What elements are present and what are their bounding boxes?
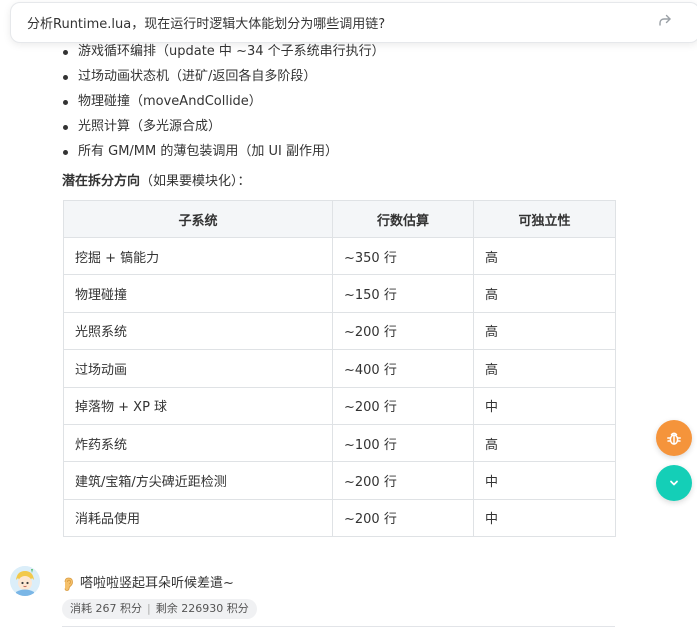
bullet-list: 游戏循环编排（update 中 ~34 个子系统串行执行） 过场动画状态机（进矿… — [62, 42, 622, 167]
list-item: 物理碰撞（moveAndCollide） — [62, 92, 622, 117]
reply-text: 嗒啦啦竖起耳朵听候差遣~ — [80, 576, 234, 591]
table-header-cell: 可独立性 — [473, 200, 616, 238]
table-cell: 挖掘 + 镐能力 — [63, 236, 333, 276]
table-cell: 建筑/宝箱/方尖碑近距检测 — [63, 461, 333, 500]
table-cell: ~200 行 — [332, 311, 474, 351]
list-item: 过场动画状态机（进矿/返回各自多阶段） — [62, 67, 622, 92]
table-header-cell: 行数估算 — [332, 200, 474, 238]
usage-separator: | — [147, 602, 151, 615]
table-cell: 过场动画 — [63, 349, 333, 388]
table-cell: ~200 行 — [332, 461, 474, 500]
table-cell: 消耗品使用 — [63, 498, 333, 538]
table-row: 物理碰撞 ~150 行 高 — [63, 274, 616, 313]
list-item: 游戏循环编排（update 中 ~34 个子系统串行执行） — [62, 42, 622, 67]
share-icon[interactable] — [656, 11, 674, 29]
bug-icon — [667, 432, 681, 445]
table-header-cell: 子系统 — [63, 200, 333, 238]
table-row: 挖掘 + 镐能力 ~350 行 高 — [63, 236, 616, 276]
chevron-down-icon — [670, 480, 678, 486]
usage-consumed: 消耗 267 积分 — [70, 602, 142, 615]
table-row: 掉落物 + XP 球 ~200 行 中 — [63, 386, 616, 425]
avatar — [10, 566, 40, 596]
subsystem-table: 子系统 行数估算 可独立性 挖掘 + 镐能力 ~350 行 高 物理碰撞 ~15… — [63, 200, 616, 538]
table-row: 过场动画 ~400 行 高 — [63, 349, 616, 388]
table-cell: 高 — [473, 311, 616, 351]
table-cell: ~100 行 — [332, 423, 474, 463]
table-cell: 物理碰撞 — [63, 274, 333, 313]
scroll-down-button[interactable] — [656, 465, 692, 501]
table-cell: 中 — [473, 461, 616, 500]
list-item: 所有 GM/MM 的薄包装调用（加 UI 副作用） — [62, 142, 622, 167]
section-heading-suffix: （如果要模块化）： — [140, 174, 251, 189]
table-row: 光照系统 ~200 行 高 — [63, 311, 616, 351]
table-cell: 掉落物 + XP 球 — [63, 386, 333, 425]
table-cell: ~150 行 — [332, 274, 474, 313]
list-item: 光照计算（多光源合成） — [62, 117, 622, 142]
table-cell: 高 — [473, 274, 616, 313]
table-cell: 光照系统 — [63, 311, 333, 351]
table-row: 建筑/宝箱/方尖碑近距检测 ~200 行 中 — [63, 461, 616, 500]
section-heading: 潜在拆分方向（如果要模块化）： — [62, 172, 251, 192]
table-cell: 高 — [473, 423, 616, 463]
query-text: 分析Runtime.lua，现在运行时逻辑大体能划分为哪些调用链? — [27, 17, 386, 32]
divider — [62, 626, 615, 627]
table-cell: ~200 行 — [332, 498, 474, 538]
table-cell: 中 — [473, 386, 616, 425]
table-cell: 高 — [473, 236, 616, 276]
table-cell: ~200 行 — [332, 386, 474, 425]
usage-remaining: 剩余 226930 积分 — [155, 602, 249, 615]
table-cell: 炸药系统 — [63, 423, 333, 463]
usage-badge: 消耗 267 积分 | 剩余 226930 积分 — [62, 599, 257, 619]
table-cell: ~400 行 — [332, 349, 474, 388]
bug-report-button[interactable] — [656, 420, 692, 456]
table-cell: ~350 行 — [332, 236, 474, 276]
table-header-row: 子系统 行数估算 可独立性 — [63, 200, 616, 238]
assistant-reply: 嗒啦啦竖起耳朵听候差遣~ — [62, 574, 234, 594]
section-heading-bold: 潜在拆分方向 — [62, 174, 141, 189]
table-cell: 高 — [473, 349, 616, 388]
ear-icon — [62, 577, 74, 591]
table-cell: 中 — [473, 498, 616, 538]
table-row: 消耗品使用 ~200 行 中 — [63, 498, 616, 538]
table-row: 炸药系统 ~100 行 高 — [63, 423, 616, 463]
query-bar: 分析Runtime.lua，现在运行时逻辑大体能划分为哪些调用链? — [10, 2, 697, 43]
